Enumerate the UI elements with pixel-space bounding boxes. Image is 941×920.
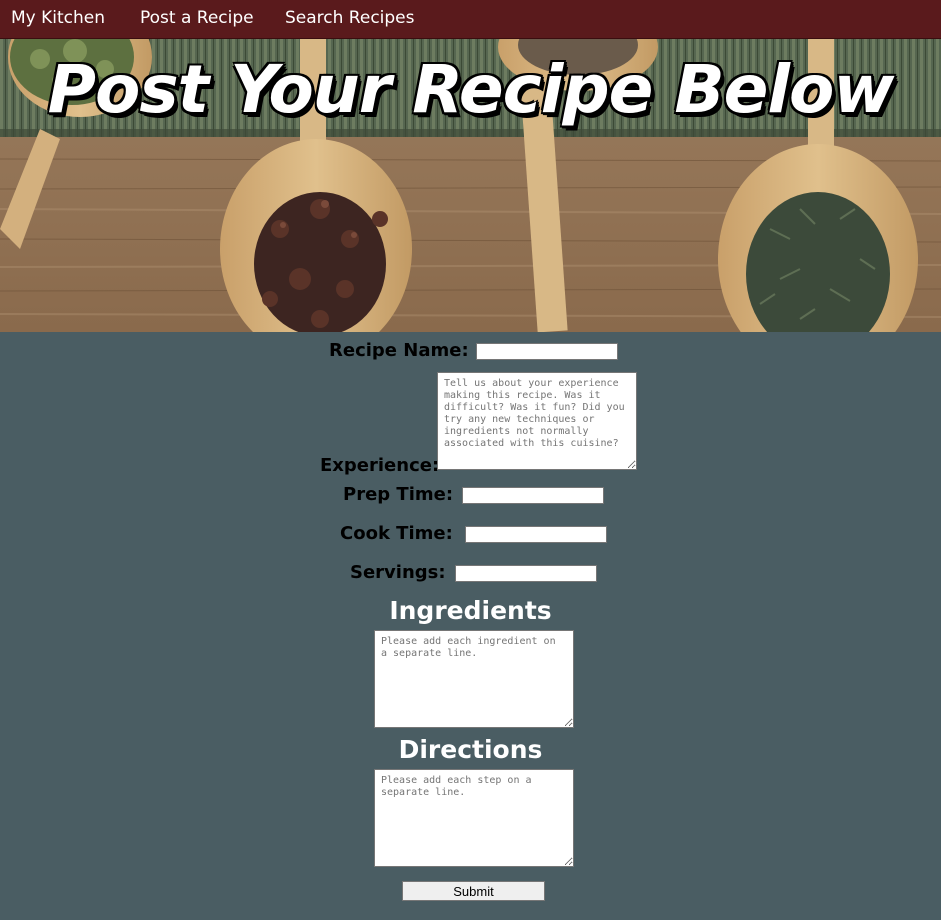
experience-label: Experience: bbox=[320, 455, 440, 476]
cook-time-input[interactable] bbox=[465, 526, 607, 543]
ingredients-heading: Ingredients bbox=[389, 596, 552, 625]
recipe-name-input[interactable] bbox=[476, 343, 618, 360]
recipe-name-label: Recipe Name: bbox=[329, 340, 469, 361]
ingredients-textarea[interactable] bbox=[374, 630, 574, 728]
cook-time-label: Cook Time: bbox=[340, 523, 453, 544]
nav-link-post-a-recipe[interactable]: Post a Recipe bbox=[140, 8, 254, 28]
directions-heading: Directions bbox=[398, 735, 543, 764]
hero-banner: Post Your Recipe Below bbox=[0, 39, 941, 332]
directions-textarea[interactable] bbox=[374, 769, 574, 867]
servings-label: Servings: bbox=[350, 562, 446, 583]
experience-textarea[interactable] bbox=[437, 372, 637, 470]
hero-title: Post Your Recipe Below bbox=[47, 51, 895, 128]
submit-button[interactable]: Submit bbox=[402, 881, 545, 901]
prep-time-input[interactable] bbox=[462, 487, 604, 504]
servings-input[interactable] bbox=[455, 565, 597, 582]
top-nav-bar: My Kitchen Post a Recipe Search Recipes bbox=[0, 0, 941, 39]
nav-link-search-recipes[interactable]: Search Recipes bbox=[285, 8, 415, 28]
prep-time-label: Prep Time: bbox=[343, 484, 454, 505]
nav-link-my-kitchen[interactable]: My Kitchen bbox=[11, 8, 105, 28]
